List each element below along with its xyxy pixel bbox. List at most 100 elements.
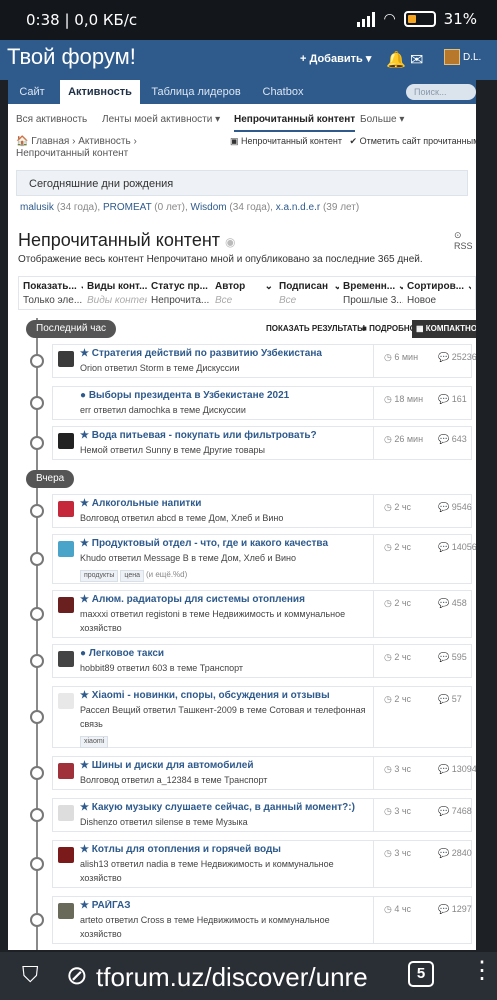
avatar[interactable]	[58, 651, 74, 667]
site-title[interactable]: Твой форум!	[7, 44, 136, 70]
topic-title[interactable]: ★ Вода питьевая - покупать или фильтрова…	[80, 430, 370, 441]
timeline-line	[36, 318, 38, 950]
subnav-all-activity[interactable]: Вся активность	[16, 108, 87, 132]
topic-meta-text: Волговод ответил a_12384 в теме Транспор…	[80, 775, 268, 785]
birthday-user[interactable]: malusik	[20, 202, 54, 213]
tracking-protection-icon[interactable]: ⊘	[66, 960, 88, 991]
topic-row[interactable]: ★ Продуктовый отдел - что, где и какого …	[52, 534, 476, 584]
subnav-unread[interactable]: Непрочитанный контент	[234, 108, 356, 132]
time-ago-text: 2 чс	[394, 598, 412, 608]
topic-row[interactable]: ★ Xiaomi - новинки, споры, обсуждения и …	[52, 686, 472, 748]
topic-row[interactable]: ★ Какую музыку слушаете сейчас, в данный…	[52, 798, 472, 832]
filter-content-type[interactable]: Виды конт... ⌄Виды контент	[87, 281, 147, 306]
reply-count: 💬 57	[438, 694, 462, 705]
avatar[interactable]	[58, 597, 74, 613]
mail-icon[interactable]: ✉	[410, 50, 423, 70]
timeline-node	[30, 504, 44, 518]
avatar[interactable]	[58, 433, 74, 449]
more-tags[interactable]: (и ещё.%d)	[146, 570, 187, 579]
tag[interactable]: xiaomi	[80, 736, 109, 748]
topic-meta: Orion ответил Storm в теме Дискуссии	[80, 361, 372, 375]
topic-title-text: Алкогольные напитки	[91, 498, 202, 509]
compact-view-button[interactable]: ▦ КОМПАКТНО	[412, 320, 476, 338]
avatar[interactable]	[58, 393, 74, 409]
tab-leaderboard[interactable]: Таблица лидеров	[144, 80, 248, 104]
birthday-age: (34 года),	[229, 202, 273, 213]
filter-time-period[interactable]: Временн... ⌄ Прошлые 3...	[343, 281, 403, 306]
avatar[interactable]	[58, 351, 74, 367]
avatar[interactable]	[58, 541, 74, 557]
topic-row[interactable]: ★ РАЙГАЗ arteto ответил Cross в теме Недв…	[52, 896, 472, 944]
follow-icon[interactable]: ◉	[225, 235, 235, 249]
topic-row[interactable]: ★ Алюм. радиаторы для системы отопления m…	[52, 590, 472, 638]
tag[interactable]: продукты	[80, 570, 119, 582]
filter-read-status[interactable]: Статус пр... ⌄Непрочита...	[151, 281, 211, 306]
avatar[interactable]	[58, 903, 74, 919]
topic-title[interactable]: ★ РАЙГАЗ	[80, 900, 370, 911]
tab-activity[interactable]: Активность	[60, 80, 140, 104]
shield-icon[interactable]: ⛉	[22, 962, 39, 988]
mark-read-link[interactable]: ✔ Отметить сайт прочитанным	[350, 136, 476, 146]
avatar[interactable]	[58, 693, 74, 709]
timeline-node	[30, 654, 44, 668]
avatar[interactable]	[58, 501, 74, 517]
topic-title[interactable]: ● Легковое такси	[80, 648, 370, 659]
avatar[interactable]	[58, 805, 74, 821]
tab-count-button[interactable]: 5	[408, 961, 434, 987]
birthday-user[interactable]: PROMEAT	[103, 202, 152, 213]
time-ago: ◷ 3 чс	[384, 806, 411, 817]
birthday-user[interactable]: x.a.n.d.e.r	[276, 202, 320, 213]
mark-read-link-label: Отметить сайт прочитанным	[359, 136, 476, 146]
topic-title[interactable]: ★ Шины и диски для автомобилей	[80, 760, 370, 771]
comment-icon: 💬	[438, 502, 452, 512]
reply-count: 💬 458	[438, 598, 467, 609]
detailed-view-button[interactable]: ■ ПОДРОБНО	[358, 320, 420, 338]
topic-row[interactable]: ★ Вода питьевая - покупать или фильтрова…	[52, 426, 472, 460]
rss-link[interactable]: ⊙ RSS	[454, 230, 476, 251]
avatar[interactable]	[444, 49, 460, 65]
topic-row[interactable]: ● Легковое такси hobbit89 ответил 603 в т…	[52, 644, 472, 678]
filter-value: Все	[279, 295, 297, 306]
topic-title-text: Какую музыку слушаете сейчас, в данный м…	[91, 802, 355, 813]
topic-meta-text: Рассел Вещий ответил Ташкент-2009 в теме…	[80, 705, 366, 729]
time-ago-text: 2 чс	[394, 542, 412, 552]
topic-title[interactable]: ★ Котлы для отопления и горячей воды	[80, 844, 370, 855]
subnav-more[interactable]: Больше ▾	[360, 108, 404, 132]
crumb-home[interactable]: Главная	[31, 136, 69, 147]
filter-show[interactable]: Показать... ⌄Только эле...	[23, 281, 83, 306]
filter-sort[interactable]: Сортиров... ⌄Новое	[407, 281, 471, 306]
time-ago: ◷ 2 чс	[384, 542, 411, 553]
tab-chatbox[interactable]: Chatbox	[252, 80, 314, 104]
topic-title[interactable]: ★ Стратегия действий по развитию Узбекис…	[80, 348, 370, 359]
show-results-button[interactable]: ПОКАЗАТЬ РЕЗУЛЬТАТЫ	[262, 320, 369, 338]
topic-row[interactable]: ● Выборы президента в Узбекистане 2021 er…	[52, 386, 472, 420]
tab-site[interactable]: Сайт	[8, 80, 56, 104]
topic-row[interactable]: ★ Алкогольные напитки Волговод ответил ab…	[52, 494, 472, 528]
filter-author[interactable]: Автор ⌄ Все	[215, 281, 275, 306]
menu-icon[interactable]: ⋮	[470, 958, 494, 984]
add-button[interactable]: + Добавить ▾	[300, 52, 371, 65]
avatar[interactable]	[58, 763, 74, 779]
topic-title[interactable]: ★ Алюм. радиаторы для системы отопления	[80, 594, 370, 605]
bell-icon[interactable]: 🔔	[386, 50, 406, 70]
tag[interactable]: цена	[120, 570, 144, 582]
topic-row[interactable]: ★ Шины и диски для автомобилей Волговод о…	[52, 756, 476, 790]
topic-title[interactable]: ★ Какую музыку слушаете сейчас, в данный…	[80, 802, 370, 813]
topic-row[interactable]: ★ Котлы для отопления и горячей воды alis…	[52, 840, 472, 888]
topic-stats: ◷ 2 чс 💬 14056	[373, 535, 476, 583]
topic-title[interactable]: ★ Продуктовый отдел - что, где и какого …	[80, 538, 370, 549]
topic-row[interactable]: ★ Стратегия действий по развитию Узбекис…	[52, 344, 476, 378]
filter-followed[interactable]: Подписан ⌄ Все	[279, 281, 339, 306]
topic-title[interactable]: ★ Алкогольные напитки	[80, 498, 370, 509]
topic-title[interactable]: ● Выборы президента в Узбекистане 2021	[80, 390, 370, 401]
topic-title[interactable]: ★ Xiaomi - новинки, споры, обсуждения и …	[80, 690, 370, 701]
crumb-activity[interactable]: Активность	[78, 136, 131, 147]
birthday-user[interactable]: Wisdom	[191, 202, 227, 213]
user-name[interactable]: D.L.	[463, 52, 481, 63]
filter-value: Прошлые 3...	[343, 295, 403, 306]
search-input[interactable]: Поиск...	[406, 84, 476, 100]
avatar[interactable]	[58, 847, 74, 863]
subnav-my-streams[interactable]: Ленты моей активности ▾	[102, 108, 220, 132]
url-text[interactable]: tforum.uz/discover/unre	[96, 962, 368, 993]
unread-link[interactable]: ▣ Непрочитанный контент	[230, 136, 342, 146]
